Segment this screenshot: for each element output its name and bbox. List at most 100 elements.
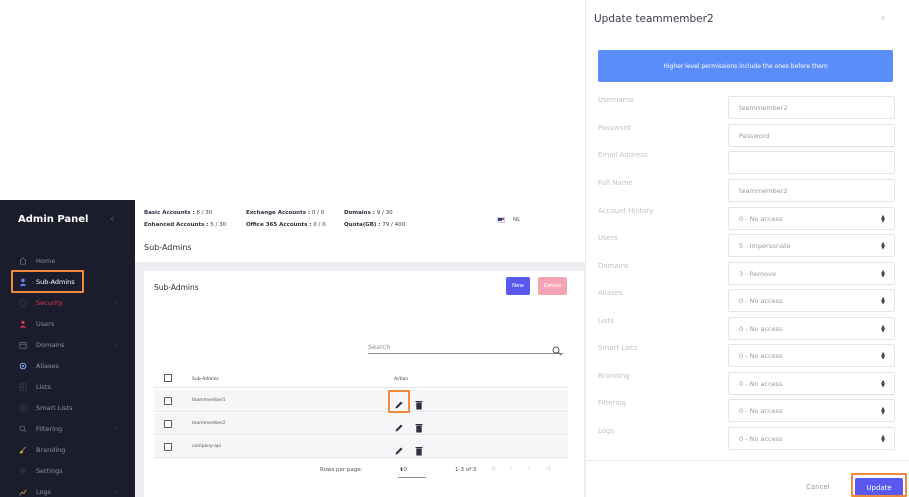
select-arrows-icon: ▲ ▼ (881, 434, 885, 444)
pencil-icon[interactable] (394, 441, 404, 460)
sidebar-item-label: Branding (36, 445, 66, 454)
field-label: Users (598, 234, 618, 242)
rows-per-page-label: Rows per page: (320, 467, 363, 473)
field-label: Account History (598, 207, 654, 215)
aliases-select[interactable]: 0 - No access ▲ ▼ (728, 289, 895, 312)
full-name-field[interactable]: teammember2 (728, 179, 895, 202)
sidebar-item-label: Lists (36, 382, 51, 391)
trash-icon[interactable] (415, 395, 423, 414)
permissions-info-banner: Higher level permissions include the one… (598, 50, 893, 82)
page-title: Sub-Admins (144, 243, 192, 252)
sidebar-item-label: Filtering (36, 424, 63, 433)
netherlands-flag-icon[interactable] (497, 217, 505, 223)
row-name: company-api (192, 444, 222, 449)
trash-icon[interactable] (415, 441, 423, 460)
logs-select[interactable]: 0 - No access ▲ ▼ (728, 427, 895, 450)
sidebar-item-label: Sub-Admins (36, 277, 75, 286)
sidebar-item-home[interactable]: Home (12, 250, 124, 271)
next-page-icon[interactable]: › (528, 466, 530, 472)
select-arrows-icon: ▲ ▼ (881, 269, 885, 279)
pencil-icon[interactable] (394, 418, 404, 437)
sidebar-item-label: Home (36, 256, 56, 265)
sidebar-item-logs[interactable]: Logs › (12, 481, 124, 497)
chart-icon (16, 485, 30, 497)
username-field[interactable]: teammember2 (728, 96, 895, 119)
select-arrows-icon: ▲ ▼ (881, 379, 885, 389)
aliases-icon (16, 359, 30, 373)
stat-enhanced-accounts: Enhanced Accounts : 5 / 30 (144, 222, 227, 228)
field-label: Filtering (598, 399, 627, 407)
row-name: teammember2 (192, 421, 226, 426)
field-label: Domains (598, 262, 629, 270)
chevron-left-icon[interactable]: ‹ (110, 212, 114, 225)
sidebar-item-label: Smart Lists (36, 403, 73, 412)
close-icon[interactable]: × (880, 14, 886, 22)
rows-per-page-select[interactable]: 10 ▾ (400, 467, 407, 473)
sidebar-item-branding[interactable]: Branding (12, 439, 124, 460)
select-arrows-icon: ▲ ▼ (881, 296, 885, 306)
chevron-right-icon: › (115, 340, 118, 349)
search-placeholder: Search (368, 343, 391, 351)
sidebar-item-domains[interactable]: Domains › (12, 334, 124, 355)
row-checkbox[interactable] (164, 420, 172, 428)
dialog-title: Update teammember2 (594, 13, 714, 25)
stat-office365-accounts: Office 365 Accounts : 0 / 0 (246, 222, 326, 228)
domains-select[interactable]: 3 - Remove ▲ ▼ (728, 262, 895, 285)
password-field[interactable]: Password (728, 124, 895, 147)
first-page-icon[interactable]: |‹ (492, 466, 496, 472)
select-arrows-icon: ▲ ▼ (881, 241, 885, 251)
smart-list-icon (16, 401, 30, 415)
table-row[interactable]: company-api (154, 436, 568, 458)
sidebar-item-lists[interactable]: Lists (12, 376, 124, 397)
lists-select[interactable]: 0 - No access ▲ ▼ (728, 317, 895, 340)
stat-quota: Quota(GB) : 79 / 400 (344, 222, 406, 228)
select-underline (398, 477, 426, 478)
sidebar-item-smart-lists[interactable]: Smart Lists (12, 397, 124, 418)
sidebar-item-sub-admins[interactable]: Sub-Admins (12, 271, 124, 292)
sidebar-item-label: Security (36, 298, 63, 307)
branding-select[interactable]: 0 - No access ▲ ▼ (728, 372, 895, 395)
select-all-checkbox[interactable] (164, 374, 172, 382)
search-input[interactable] (368, 340, 563, 354)
sidebar-item-label: Settings (36, 466, 63, 475)
account-history-select[interactable]: 0 - No access ▲ ▼ (728, 207, 895, 230)
smart-lists-select[interactable]: 0 - No access ▲ ▼ (728, 344, 895, 367)
sidebar-item-filtering[interactable]: Filtering › (12, 418, 124, 439)
sidebar-item-aliases[interactable]: Aliases (12, 355, 124, 376)
delete-button[interactable]: Delete (538, 277, 567, 295)
trash-icon[interactable] (415, 418, 423, 437)
last-page-icon[interactable]: ›| (546, 466, 550, 472)
search-icon[interactable] (552, 341, 562, 360)
sidebar-item-settings[interactable]: Settings (12, 460, 124, 481)
column-header: Action (394, 377, 409, 382)
new-button[interactable]: New (506, 277, 530, 295)
pencil-icon[interactable] (394, 395, 404, 414)
sidebar-item-label: Domains (36, 340, 65, 349)
table-row[interactable]: teammember2 (154, 413, 568, 435)
field-label: Full Name (598, 179, 633, 187)
sidebar-item-security[interactable]: Security › (12, 292, 124, 313)
field-label: Password (598, 124, 631, 132)
field-label: Lists (598, 317, 614, 325)
app-root: Admin Panel ‹ Home Sub-Admins Security › (0, 0, 909, 497)
stat-domains: Domains : 9 / 30 (344, 210, 393, 216)
list-icon (16, 380, 30, 394)
sidebar-item-users[interactable]: Users (12, 313, 124, 334)
field-label: Email Address (598, 151, 648, 159)
sidebar-header: Admin Panel ‹ (0, 200, 135, 240)
update-button[interactable]: Update (855, 478, 903, 497)
table-row[interactable]: teammember1 (154, 390, 568, 412)
prev-page-icon[interactable]: ‹ (510, 466, 512, 472)
row-checkbox[interactable] (164, 443, 172, 451)
email-field[interactable] (728, 151, 895, 174)
sidebar-item-label: Users (36, 319, 55, 328)
select-arrows-icon: ▲ ▼ (881, 324, 885, 334)
row-checkbox[interactable] (164, 397, 172, 405)
field-label: Logs (598, 427, 615, 435)
select-arrows-icon: ▲ ▼ (881, 406, 885, 416)
filtering-select[interactable]: 0 - No access ▲ ▼ (728, 399, 895, 422)
users-select[interactable]: 5 - Impersonate ▲ ▼ (728, 234, 895, 257)
cancel-button[interactable]: Cancel (806, 483, 830, 491)
language-code[interactable]: NL (513, 217, 520, 223)
user-icon (16, 275, 30, 289)
